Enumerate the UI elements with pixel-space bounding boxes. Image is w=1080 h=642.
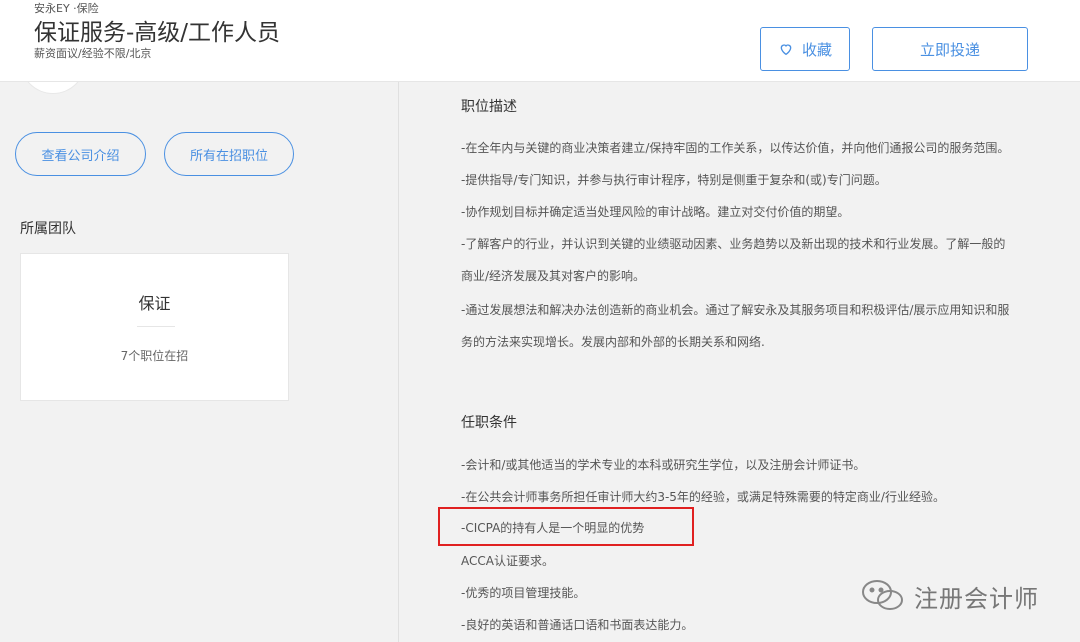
heart-icon [780, 44, 792, 56]
requirement-line: -良好的英语和普通话口语和书面表达能力。 [461, 618, 694, 632]
requirement-line: -在公共会计师事务所担任审计师大约3-5年的经验，或满足特殊需要的特定商业/行业… [461, 490, 945, 504]
team-heading: 所属团队 [20, 221, 76, 237]
team-name: 保证 [138, 294, 171, 313]
company-intro-button[interactable]: 查看公司介绍 [15, 132, 146, 176]
watermark-text: 注册会计师 [914, 584, 1039, 613]
team-job-count: 7个职位在招 [120, 349, 189, 363]
description-line: -提供指导/专门知识，并参与执行审计程序，特别是侧重于复杂和(或)专门问题。 [461, 173, 887, 187]
apply-button[interactable]: 立即投递 [872, 27, 1028, 71]
description-line: 务的方法来实现增长。发展内部和外部的长期关系和网络. [461, 335, 765, 349]
team-card[interactable]: 保证 7个职位在招 [20, 253, 289, 401]
description-line: -了解客户的行业，并认识到关键的业绩驱动因素、业务趋势以及新出现的技术和行业发展… [461, 237, 1006, 251]
job-detail: 职位描述 -在全年内与关键的商业决策者建立/保持牢固的工作关系，以传达价值，并向… [400, 82, 1080, 642]
description-line: -通过发展想法和解决办法创造新的商业机会。通过了解安永及其服务项目和积极评估/展… [461, 303, 1010, 317]
requirements-title: 任职条件 [461, 415, 517, 431]
requirement-line: -优秀的项目管理技能。 [461, 586, 586, 600]
description-line: 商业/经济发展及其对客户的影响。 [461, 269, 646, 283]
job-meta: 薪资面议/经验不限/北京 [34, 47, 152, 60]
wechat-icon [862, 580, 903, 610]
highlight-annotation [438, 507, 694, 546]
requirement-line: ACCA认证要求。 [461, 554, 554, 568]
description-line: -在全年内与关键的商业决策者建立/保持牢固的工作关系，以传达价值，并向他们通报公… [461, 141, 1010, 155]
wechat-watermark: 注册会计师 [860, 578, 1039, 614]
favorite-button[interactable]: 收藏 [760, 27, 850, 71]
job-header: 安永EY ·保险 保证服务-高级/工作人员 薪资面议/经验不限/北京 收藏 立即… [0, 0, 1080, 82]
description-title: 职位描述 [461, 99, 517, 115]
all-jobs-button[interactable]: 所有在招职位 [164, 132, 294, 176]
sidebar: 查看公司介绍 所有在招职位 所属团队 保证 7个职位在招 [0, 42, 399, 642]
description-line: -协作规划目标并确定适当处理风险的审计战略。建立对交付价值的期望。 [461, 205, 850, 219]
requirement-line: -会计和/或其他适当的学术专业的本科或研究生学位，以及注册会计师证书。 [461, 458, 866, 472]
job-title: 保证服务-高级/工作人员 [34, 20, 281, 46]
favorite-label: 收藏 [801, 40, 832, 59]
team-divider [137, 326, 175, 327]
